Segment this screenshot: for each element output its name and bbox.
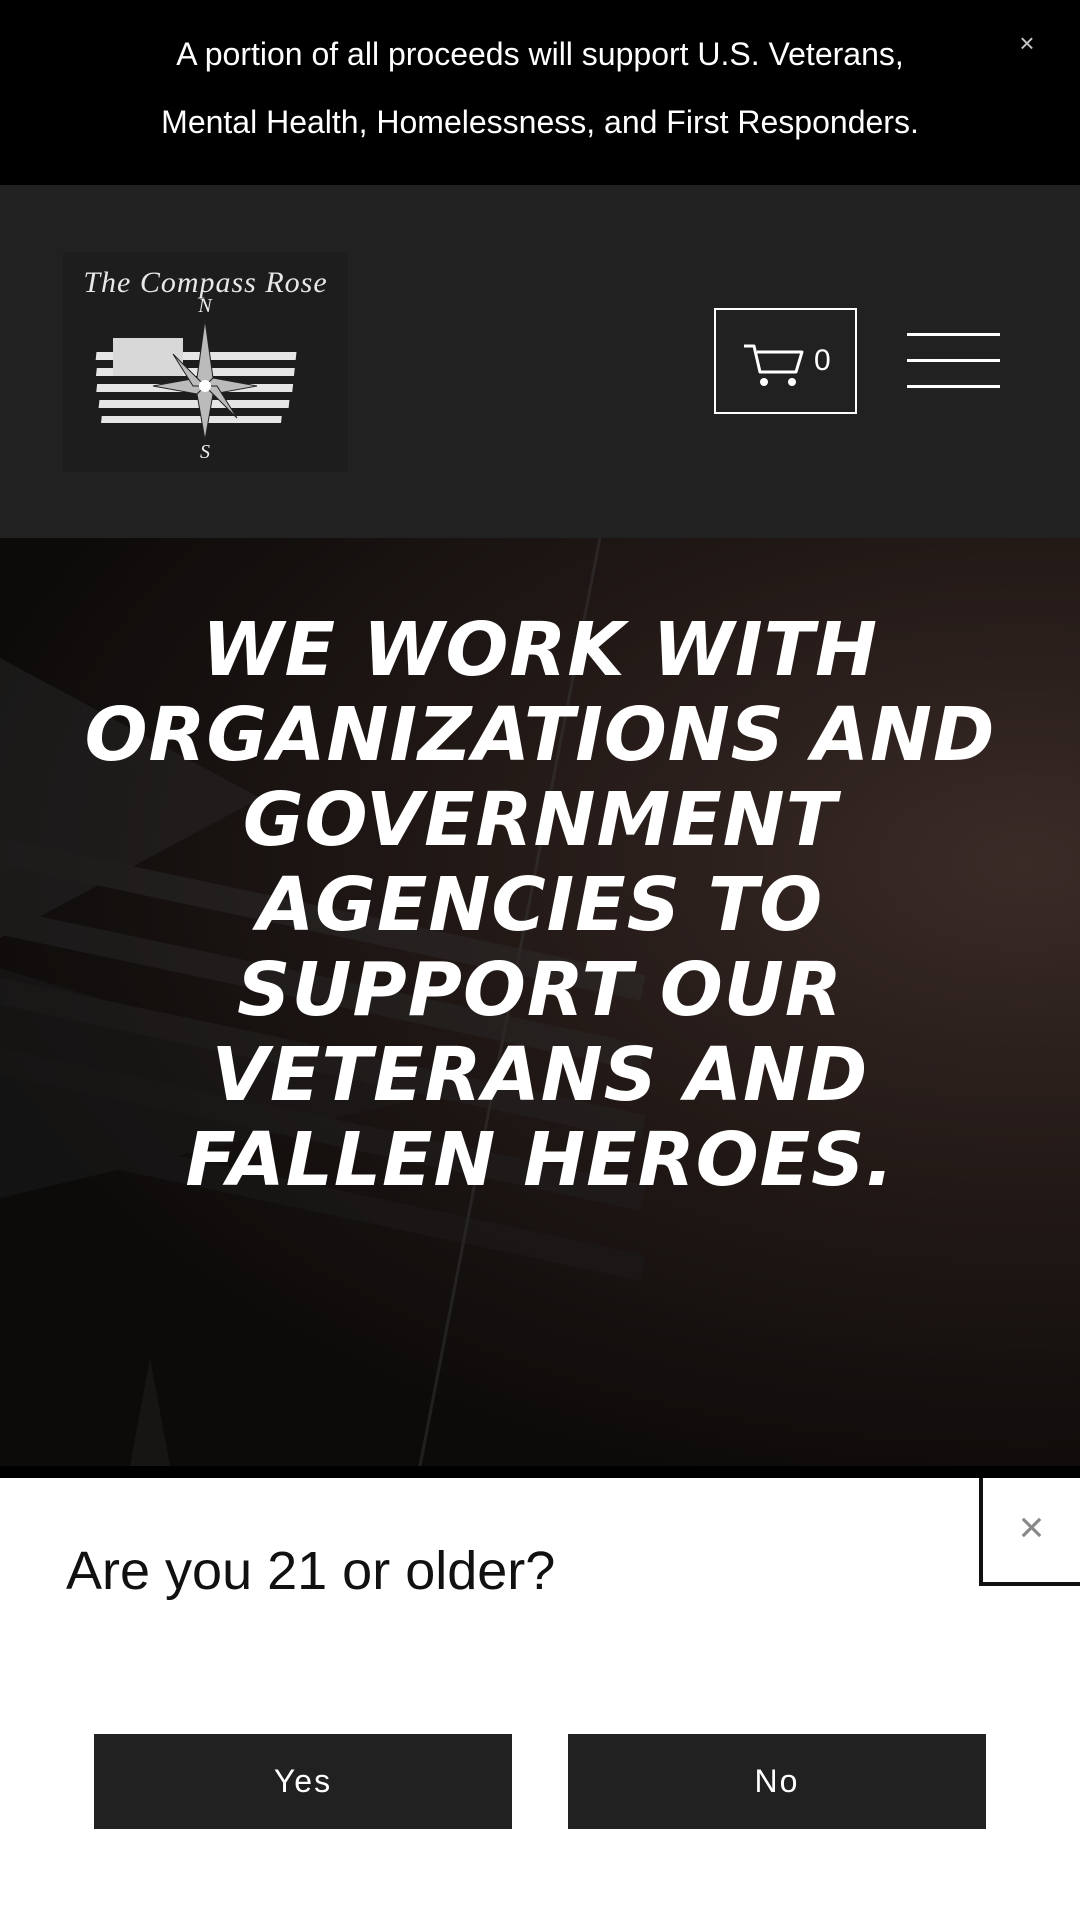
compass-flag-logo-icon: N S [95,295,297,460]
svg-text:N: N [197,295,213,317]
age-verification-modal: Are you 21 or older? × Yes No [0,1478,1080,1922]
no-button[interactable]: No [568,1734,986,1829]
yes-button[interactable]: Yes [94,1734,512,1829]
site-header: The Compass Rose N S 0 [0,185,1080,538]
cart-icon [744,344,804,386]
announcement-close-icon[interactable]: × [1012,28,1042,58]
hero-title: We work with organizations and governmen… [84,607,996,1203]
announcement-text-line-2: Mental Health, Homelessness, and First R… [161,104,919,140]
announcement-text-line-1: A portion of all proceeds will support U… [176,36,904,72]
hero-banner: We work with organizations and governmen… [0,538,1080,1466]
cart-button[interactable]: 0 [714,308,857,414]
age-question: Are you 21 or older? [66,1541,556,1601]
cart-count: 0 [814,344,831,377]
svg-text:S: S [200,441,210,460]
announcement-bar: A portion of all proceeds will support U… [0,0,1080,185]
modal-close-icon[interactable]: × [979,1478,1080,1586]
logo[interactable]: The Compass Rose N S [63,252,348,472]
menu-icon[interactable] [907,333,1000,389]
